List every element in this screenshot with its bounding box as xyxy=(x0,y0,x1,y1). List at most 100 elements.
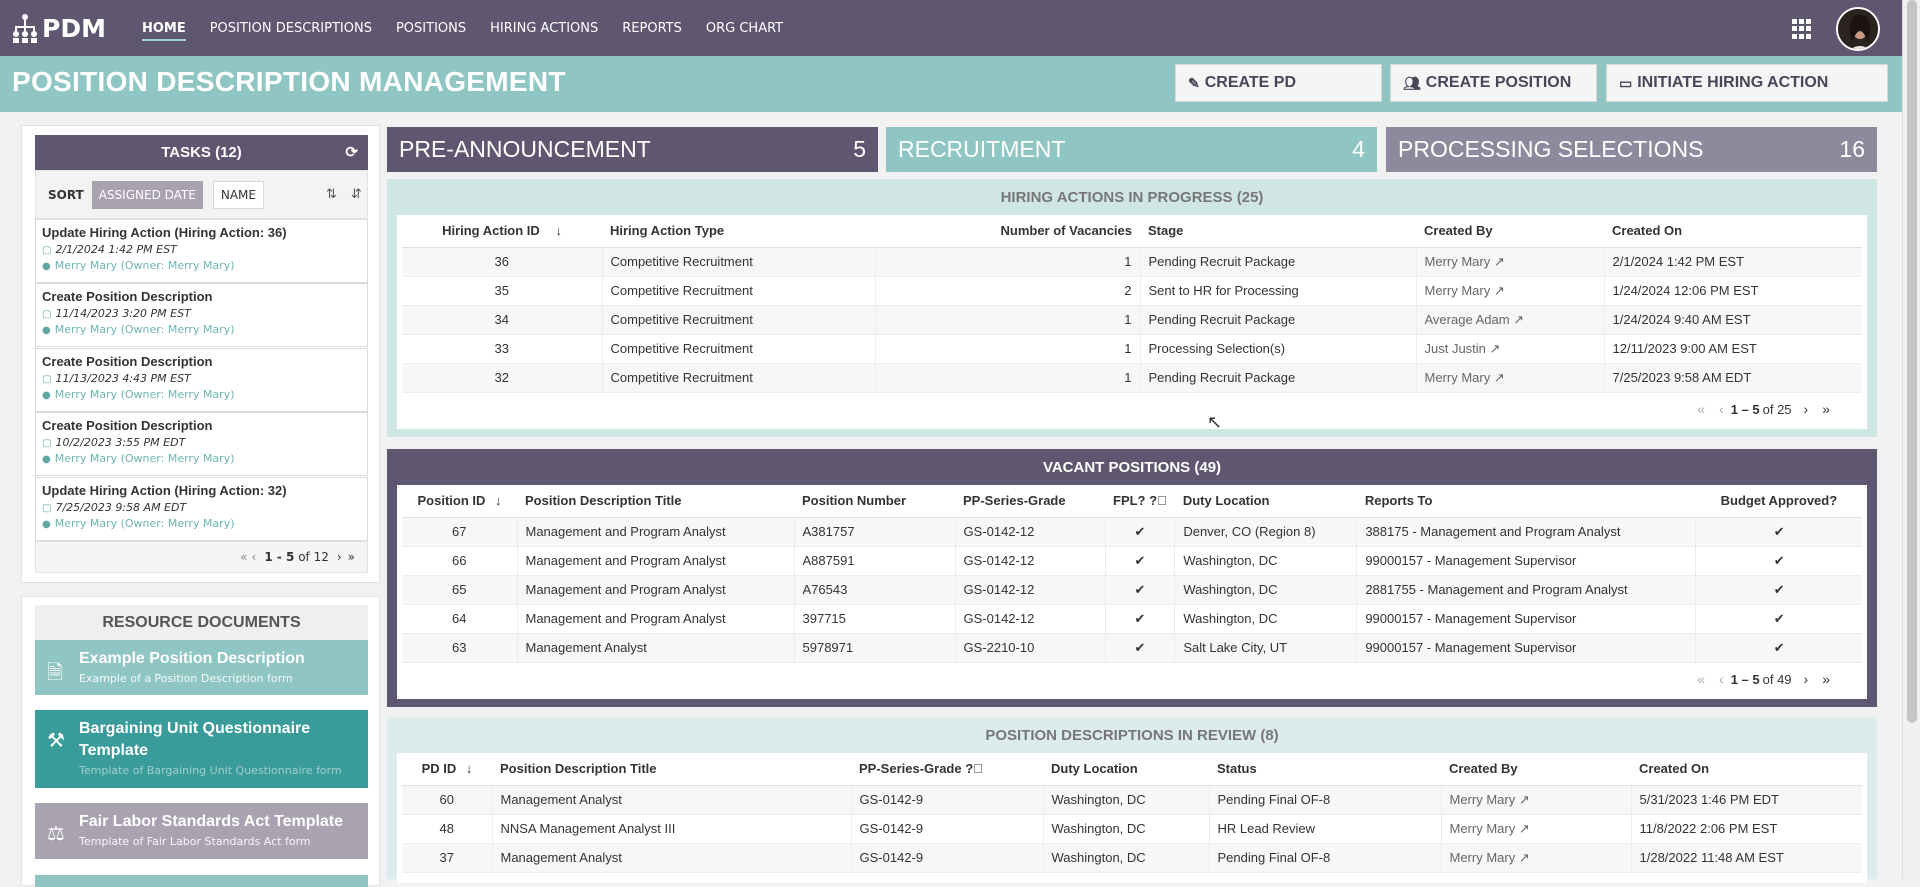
cell-id: 37 xyxy=(402,843,493,873)
col-budget-approved[interactable]: Budget Approved? xyxy=(1695,485,1862,518)
sort-down-icon[interactable]: ↓ xyxy=(555,223,562,238)
apps-grid-icon[interactable] xyxy=(1792,19,1812,39)
table-row[interactable]: 65 Management and Program Analyst A76543 GS… xyxy=(402,575,1862,605)
resource-flsa[interactable]: ⚖ Fair Labor Standards Act Template Temp… xyxy=(35,803,368,859)
app-logo[interactable]: PDM xyxy=(12,13,106,43)
scrollbar-thumb[interactable] xyxy=(1907,0,1917,723)
prev-page-icon[interactable]: ‹ xyxy=(1719,401,1724,417)
table-row[interactable]: 36 Competitive Recruitment 1 Pending Recrui… xyxy=(402,247,1862,277)
task-item[interactable]: Update Hiring Action (Hiring Action: 32)… xyxy=(35,477,368,541)
col-hiring-action-type[interactable]: Hiring Action Type xyxy=(602,215,875,248)
prev-page-icon[interactable]: ‹ xyxy=(1719,671,1724,687)
resource-bargaining-unit[interactable]: ⚒ Bargaining Unit Questionnaire Template… xyxy=(35,710,368,788)
nav-positions[interactable]: POSITIONS xyxy=(396,0,466,56)
last-page-icon[interactable]: » xyxy=(1822,671,1830,687)
table-row[interactable]: 67 Management and Program Analyst A381757 G… xyxy=(402,517,1862,547)
col-duty-location[interactable]: Duty Location xyxy=(1043,753,1209,786)
cell-number: 397715 xyxy=(794,604,956,634)
edit-icon: ✎ xyxy=(1188,74,1200,91)
col-created-by[interactable]: Created By xyxy=(1441,753,1631,786)
check-icon: ✔ xyxy=(1695,546,1862,576)
created-by-link[interactable]: Average Adam ↗ xyxy=(1416,305,1605,335)
nav-hiring-actions[interactable]: HIRING ACTIONS xyxy=(490,0,598,56)
col-created-on[interactable]: Created On xyxy=(1631,753,1862,786)
resource-title: Fair Labor Standards Act Template xyxy=(79,813,344,830)
help-icon[interactable]: ?⃝ xyxy=(1149,493,1167,508)
create-position-button[interactable]: 👥︎ CREATE POSITION xyxy=(1390,64,1597,102)
col-position-id[interactable]: Position ID ↓ xyxy=(402,485,517,518)
sort-name-button[interactable]: NAME xyxy=(212,180,264,209)
created-by-link[interactable]: Merry Mary ↗ xyxy=(1416,276,1605,306)
col-status[interactable]: Status xyxy=(1209,753,1441,786)
sort-ascending-icon[interactable]: ⇅ xyxy=(326,187,337,202)
task-item[interactable]: Create Position Description ▢ 10/2/2023 3… xyxy=(35,412,368,476)
sort-label: SORT xyxy=(48,187,84,202)
col-duty-location[interactable]: Duty Location xyxy=(1174,485,1357,518)
next-page-icon[interactable]: › xyxy=(1804,401,1809,417)
table-row[interactable]: 66 Management and Program Analyst A887591 G… xyxy=(402,546,1862,576)
col-number-of-vacancies[interactable]: Number of Vacancies xyxy=(875,215,1140,248)
first-page-icon[interactable]: « xyxy=(1697,671,1705,687)
table-row[interactable]: 48 NNSA Management Analyst III GS-0142-9 Wa… xyxy=(402,814,1862,844)
sort-assigned-date-button[interactable]: ASSIGNED DATE xyxy=(91,180,203,209)
stat-pre-announcement[interactable]: PRE-ANNOUNCEMENT 5 xyxy=(387,127,878,172)
created-by-link[interactable]: Merry Mary ↗ xyxy=(1441,843,1632,873)
first-page-icon[interactable]: « xyxy=(1697,401,1705,417)
cell-id: 34 xyxy=(402,305,603,335)
stat-recruitment[interactable]: RECRUITMENT 4 xyxy=(886,127,1377,172)
task-item[interactable]: Create Position Description ▢ 11/14/2023 … xyxy=(35,283,368,347)
sort-down-icon[interactable]: ↓ xyxy=(495,493,502,508)
last-page-icon[interactable]: » xyxy=(1822,401,1830,417)
col-pp-series-grade[interactable]: PP-Series-Grade xyxy=(955,485,1105,518)
col-stage[interactable]: Stage xyxy=(1140,215,1416,248)
col-fpl[interactable]: FPL? ?⃝ xyxy=(1105,485,1175,518)
col-reports-to[interactable]: Reports To xyxy=(1356,485,1696,518)
nav-home[interactable]: HOME xyxy=(141,0,186,56)
table-row[interactable]: 32 Competitive Recruitment 1 Pending Recrui… xyxy=(402,363,1862,393)
page-scrollbar[interactable] xyxy=(1902,0,1920,879)
help-icon[interactable]: ?⃝ xyxy=(965,761,983,776)
nav-org-chart[interactable]: ORG CHART xyxy=(706,0,783,56)
resource-example-pd[interactable]: 🗎︎ Example Position Description Example … xyxy=(35,640,368,695)
cell-location: Washington, DC xyxy=(1043,785,1210,815)
created-by-link[interactable]: Merry Mary ↗ xyxy=(1416,247,1605,277)
table-row[interactable]: 34 Competitive Recruitment 1 Pending Recrui… xyxy=(402,305,1862,335)
task-item[interactable]: Update Hiring Action (Hiring Action: 36)… xyxy=(35,219,368,283)
table-row[interactable]: 63 Management Analyst 5978971 GS-2210-10 ✔ Sa… xyxy=(402,633,1862,663)
table-row[interactable]: 37 Management Analyst GS-0142-9 Washington,… xyxy=(402,843,1862,873)
next-page-icon[interactable]: › xyxy=(1804,671,1809,687)
col-hiring-action-id[interactable]: Hiring Action ID ↓ xyxy=(402,215,602,248)
cell-created-on: 12/11/2023 9:00 AM EST xyxy=(1604,334,1862,364)
col-pp-series-grade[interactable]: PP-Series-Grade ?⃝ xyxy=(851,753,1043,786)
created-by-link[interactable]: Just Justin ↗ xyxy=(1416,334,1605,364)
next-page-icon[interactable]: › xyxy=(337,550,342,564)
created-by-link[interactable]: Merry Mary ↗ xyxy=(1416,363,1605,393)
user-avatar[interactable] xyxy=(1836,7,1880,51)
table-row[interactable]: 60 Management Analyst GS-0142-9 Washington,… xyxy=(402,785,1862,815)
table-row[interactable]: 33 Competitive Recruitment 1 Processing Sel… xyxy=(402,334,1862,364)
col-pd-title[interactable]: Position Description Title xyxy=(492,753,851,786)
nav-position-descriptions[interactable]: POSITION DESCRIPTIONS xyxy=(210,0,372,56)
table-row[interactable]: 35 Competitive Recruitment 2 Sent to HR for… xyxy=(402,276,1862,306)
refresh-icon[interactable]: ⟳ xyxy=(345,143,358,161)
create-pd-button[interactable]: ✎ CREATE PD xyxy=(1175,64,1382,102)
nav-reports[interactable]: REPORTS xyxy=(622,0,682,56)
first-page-icon[interactable]: « xyxy=(240,550,247,564)
col-pd-id[interactable]: PD ID ↓ xyxy=(402,753,492,786)
created-by-link[interactable]: Merry Mary ↗ xyxy=(1441,785,1632,815)
col-created-on[interactable]: Created On xyxy=(1604,215,1862,248)
col-created-by[interactable]: Created By xyxy=(1416,215,1604,248)
table-row[interactable]: 64 Management and Program Analyst 397715 GS… xyxy=(402,604,1862,634)
stat-processing-selections[interactable]: PROCESSING SELECTIONS 16 xyxy=(1386,127,1877,172)
resource-more[interactable] xyxy=(35,875,368,887)
cell-grade: GS-0142-12 xyxy=(955,546,1106,576)
created-by-link[interactable]: Merry Mary ↗ xyxy=(1441,814,1632,844)
initiate-hiring-action-button[interactable]: ▭ INITIATE HIRING ACTION xyxy=(1606,64,1888,102)
last-page-icon[interactable]: » xyxy=(348,550,355,564)
sort-descending-icon[interactable]: ⇵ xyxy=(351,187,362,202)
col-pd-title[interactable]: Position Description Title xyxy=(517,485,794,518)
col-position-number[interactable]: Position Number xyxy=(794,485,955,518)
task-item[interactable]: Create Position Description ▢ 11/13/2023 … xyxy=(35,348,368,412)
prev-page-icon[interactable]: ‹ xyxy=(252,550,257,564)
sort-down-icon[interactable]: ↓ xyxy=(466,761,473,776)
